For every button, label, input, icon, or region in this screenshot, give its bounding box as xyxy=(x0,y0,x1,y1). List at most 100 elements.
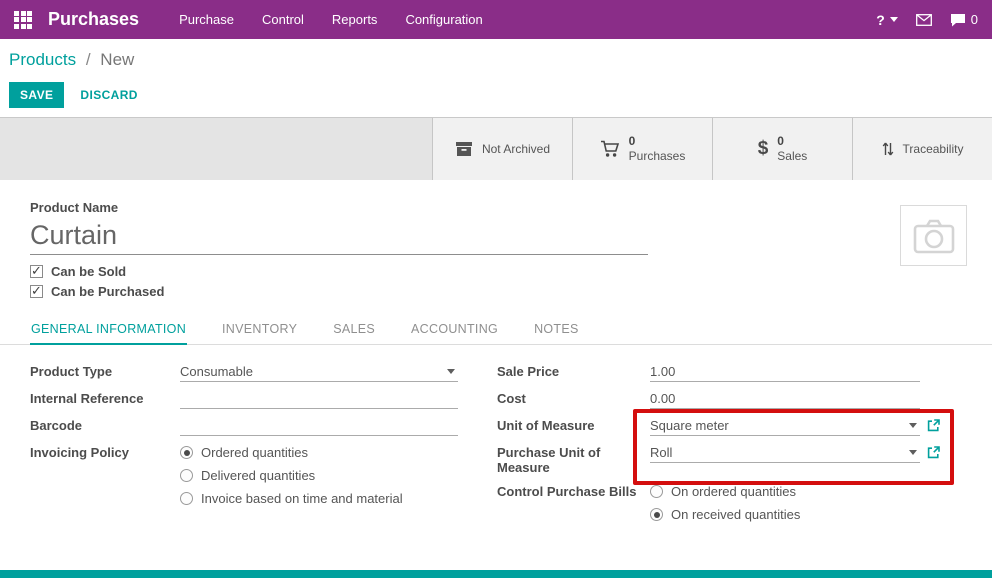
discard-button[interactable]: DISCARD xyxy=(80,88,137,102)
topbar: Purchases Purchase Control Reports Confi… xyxy=(0,0,992,39)
product-type-label: Product Type xyxy=(30,362,180,379)
chevron-down-icon[interactable] xyxy=(447,369,455,374)
save-button[interactable]: SAVE xyxy=(9,82,64,108)
tab-notes[interactable]: NOTES xyxy=(533,315,580,344)
radio-icon[interactable] xyxy=(650,508,663,521)
can-be-sold-checkbox[interactable] xyxy=(30,265,43,278)
purchases-count: 0 xyxy=(629,134,686,149)
radio-icon[interactable] xyxy=(180,469,193,482)
screen: Purchases Purchase Control Reports Confi… xyxy=(0,0,992,578)
radio-label: On ordered quantities xyxy=(671,484,796,499)
radio-icon[interactable] xyxy=(650,485,663,498)
envelope-icon xyxy=(916,14,932,26)
notebook-tabs: GENERAL INFORMATION INVENTORY SALES ACCO… xyxy=(0,315,992,345)
radio-label: Ordered quantities xyxy=(201,445,308,460)
app-title[interactable]: Purchases xyxy=(48,9,139,30)
purchase-uom-row: Purchase Unit of Measure Roll xyxy=(497,443,962,475)
radio-icon[interactable] xyxy=(180,492,193,505)
chat-button[interactable]: 0 xyxy=(950,12,978,27)
chevron-down-icon[interactable] xyxy=(909,423,917,428)
bottom-accent-bar xyxy=(0,570,992,578)
product-type-select[interactable]: Consumable xyxy=(180,362,458,382)
cost-row: Cost 0.00 xyxy=(497,389,962,409)
purchases-label: Purchases xyxy=(629,149,686,164)
menu-configuration[interactable]: Configuration xyxy=(405,12,482,27)
product-type-value: Consumable xyxy=(180,364,253,379)
can-be-purchased-row[interactable]: Can be Purchased xyxy=(30,284,962,299)
radio-ordered-quantities[interactable]: Ordered quantities xyxy=(180,445,403,460)
left-field-column: Product Type Consumable Internal Referen… xyxy=(30,362,497,529)
external-link-icon[interactable] xyxy=(927,445,940,464)
can-be-sold-label: Can be Sold xyxy=(51,264,126,279)
can-be-purchased-label: Can be Purchased xyxy=(51,284,164,299)
sheet-body: Product Name Curtain Can be Sold Can be … xyxy=(0,180,992,529)
product-type-row: Product Type Consumable xyxy=(30,362,497,382)
chat-bubble-icon xyxy=(950,13,966,27)
internal-reference-input[interactable] xyxy=(180,389,458,409)
archive-icon xyxy=(455,141,473,157)
internal-reference-row: Internal Reference xyxy=(30,389,497,409)
help-icon: ? xyxy=(876,12,885,28)
chat-count-badge: 0 xyxy=(971,12,978,27)
chevron-down-icon[interactable] xyxy=(909,450,917,455)
radio-label: Delivered quantities xyxy=(201,468,315,483)
traceability-label: Traceability xyxy=(903,142,964,156)
barcode-row: Barcode xyxy=(30,416,497,436)
help-menu[interactable]: ? xyxy=(876,12,898,28)
purchase-uom-value: Roll xyxy=(650,445,672,460)
field-columns: Product Type Consumable Internal Referen… xyxy=(30,362,962,529)
menu-control[interactable]: Control xyxy=(262,12,304,27)
purchase-uom-select[interactable]: Roll xyxy=(650,443,920,463)
messages-button[interactable] xyxy=(916,14,932,26)
invoicing-policy-row: Invoicing Policy Ordered quantities Deli… xyxy=(30,443,497,506)
traceability-stat-button[interactable]: Traceability xyxy=(852,118,992,180)
external-link-icon[interactable] xyxy=(927,418,940,437)
radio-label: Invoice based on time and material xyxy=(201,491,403,506)
tab-inventory[interactable]: INVENTORY xyxy=(221,315,298,344)
apps-menu-icon[interactable] xyxy=(14,11,32,29)
radio-icon[interactable] xyxy=(180,446,193,459)
tab-accounting[interactable]: ACCOUNTING xyxy=(410,315,499,344)
menu-purchase[interactable]: Purchase xyxy=(179,12,234,27)
control-purchase-bills-options: On ordered quantities On received quanti… xyxy=(650,482,800,522)
topbar-right: ? 0 xyxy=(876,12,978,28)
purchase-uom-label: Purchase Unit of Measure xyxy=(497,443,650,475)
stat-buttons: Not Archived 0 Purchases $ xyxy=(432,118,992,180)
archived-stat-button[interactable]: Not Archived xyxy=(432,118,572,180)
product-name-input[interactable]: Curtain xyxy=(30,217,648,255)
purchases-stat-button[interactable]: 0 Purchases xyxy=(572,118,712,180)
form-sheet: Not Archived 0 Purchases $ xyxy=(0,117,992,570)
radio-on-ordered-quantities[interactable]: On ordered quantities xyxy=(650,484,800,499)
radio-delivered-quantities[interactable]: Delivered quantities xyxy=(180,468,403,483)
chevron-down-icon xyxy=(890,17,898,22)
menu-reports[interactable]: Reports xyxy=(332,12,378,27)
breadcrumb-products-link[interactable]: Products xyxy=(9,50,76,69)
uom-value: Square meter xyxy=(650,418,729,433)
sale-price-input[interactable]: 1.00 xyxy=(650,362,920,382)
breadcrumb: Products / New xyxy=(9,50,134,70)
cost-input[interactable]: 0.00 xyxy=(650,389,920,409)
stat-button-band: Not Archived 0 Purchases $ xyxy=(0,118,992,180)
product-name-label: Product Name xyxy=(30,200,962,215)
uom-row: Unit of Measure Square meter xyxy=(497,416,962,436)
can-be-sold-row[interactable]: Can be Sold xyxy=(30,264,962,279)
breadcrumb-current: New xyxy=(100,50,134,69)
uom-select[interactable]: Square meter xyxy=(650,416,920,436)
capability-checkboxes: Can be Sold Can be Purchased xyxy=(30,264,962,299)
can-be-purchased-checkbox[interactable] xyxy=(30,285,43,298)
invoicing-policy-label: Invoicing Policy xyxy=(30,443,180,460)
tab-general-information[interactable]: GENERAL INFORMATION xyxy=(30,315,187,345)
top-menus: Purchase Control Reports Configuration xyxy=(179,12,483,27)
control-panel-buttons: SAVE DISCARD xyxy=(9,82,138,108)
sales-stat-text: 0 Sales xyxy=(777,134,807,164)
barcode-input[interactable] xyxy=(180,416,458,436)
tab-sales[interactable]: SALES xyxy=(332,315,376,344)
radio-on-received-quantities[interactable]: On received quantities xyxy=(650,507,800,522)
purchases-stat-text: 0 Purchases xyxy=(629,134,686,164)
right-field-column: Sale Price 1.00 Cost 0.00 Unit of Measur… xyxy=(497,362,962,529)
uom-label: Unit of Measure xyxy=(497,416,650,433)
sales-stat-button[interactable]: $ 0 Sales xyxy=(712,118,852,180)
radio-label: On received quantities xyxy=(671,507,800,522)
radio-invoice-time-material[interactable]: Invoice based on time and material xyxy=(180,491,403,506)
archived-label: Not Archived xyxy=(482,142,550,156)
